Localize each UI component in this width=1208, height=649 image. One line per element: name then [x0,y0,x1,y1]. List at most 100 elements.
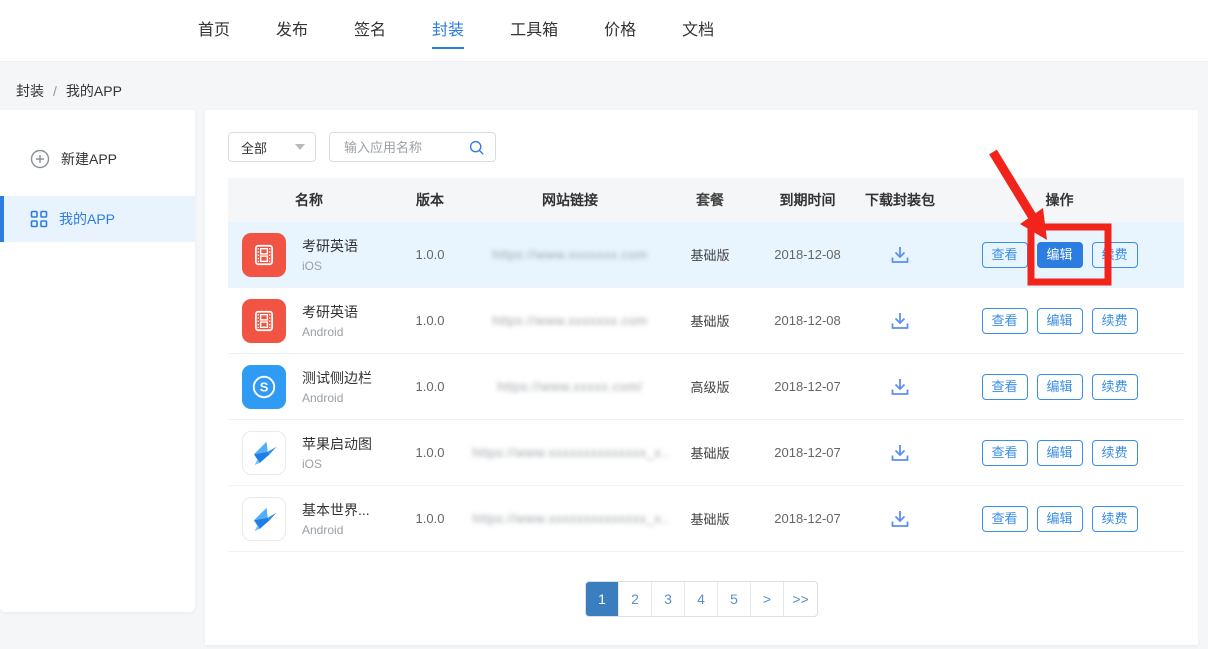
renew-button[interactable]: 续费 [1092,374,1138,400]
next-page-button[interactable]: > [751,582,784,616]
website-link-blurred: https://www.xxxxxxx.com [492,247,647,262]
table-row: 苹果启动图 iOS 1.0.0 https://www.xxxxxxxxxxxx… [228,420,1184,486]
breadcrumb: 封装 / 我的APP [16,81,122,101]
website-link-blurred: https://www.xxxxxxxxxxxxxx_x... [473,445,668,460]
plan-badge: 基础版 [670,443,750,462]
website-link-blurred: https://www.xxxxxxx.com [492,313,647,328]
plus-circle-icon [30,149,50,169]
col-header-name: 名称 [228,190,390,210]
col-header-link: 网站链接 [470,190,670,210]
view-button[interactable]: 查看 [982,308,1028,334]
app-platform: Android [302,523,370,537]
website-link-blurred: https://www.xxxxx.com/ [497,379,642,394]
app-platform: Android [302,391,372,405]
download-icon[interactable] [888,243,912,267]
app-platform: Android [302,325,358,339]
app-version: 1.0.0 [390,313,470,328]
expiry-date: 2018-12-08 [750,247,865,262]
table-row: 考研英语 iOS 1.0.0 https://www.xxxxxxx.com 基… [228,222,1184,288]
edit-button[interactable]: 编辑 [1037,440,1083,466]
search-box [329,132,496,162]
edit-button[interactable]: 编辑 [1037,308,1083,334]
app-name: 基本世界... [302,500,370,520]
breadcrumb-current: 我的APP [66,81,122,101]
renew-button[interactable]: 续费 [1092,308,1138,334]
nav-item-publish[interactable]: 发布 [276,0,308,62]
pagination: 1 2 3 4 5 > >> [585,581,818,617]
app-version: 1.0.0 [390,445,470,460]
app-platform: iOS [302,259,358,273]
app-version: 1.0.0 [390,511,470,526]
breadcrumb-separator: / [53,83,57,99]
view-button[interactable]: 查看 [982,242,1028,268]
renew-button[interactable]: 续费 [1092,440,1138,466]
sidebar-item-new-app[interactable]: 新建APP [0,130,195,188]
app-name: 考研英语 [302,302,358,322]
nav-item-price[interactable]: 价格 [604,0,636,62]
app-table: 名称 版本 网站链接 套餐 到期时间 下载封装包 操作 考研英语 iOS 1.0… [228,178,1184,552]
edit-button[interactable]: 编辑 [1037,374,1083,400]
page-button-5[interactable]: 5 [718,582,751,616]
plan-badge: 高级版 [670,377,750,396]
website-link-blurred: https://www.xxxxxxxxxxxxxx_x... [473,511,668,526]
last-page-button[interactable]: >> [784,582,817,616]
view-button[interactable]: 查看 [982,374,1028,400]
nav-item-toolbox[interactable]: 工具箱 [510,0,558,62]
top-nav: 首页 发布 签名 封装 工具箱 价格 文档 [0,0,1208,62]
plan-badge: 基础版 [670,311,750,330]
expiry-date: 2018-12-07 [750,511,865,526]
col-header-download: 下载封装包 [865,190,935,210]
download-icon[interactable] [888,507,912,531]
page-button-1[interactable]: 1 [586,582,619,616]
search-input[interactable] [342,139,468,156]
nav-item-sign[interactable]: 签名 [354,0,386,62]
origami-bird-icon [242,431,286,475]
app-version: 1.0.0 [390,247,470,262]
renew-button[interactable]: 续费 [1092,242,1138,268]
app-name: 考研英语 [302,236,358,256]
svg-text:S: S [260,379,269,394]
edit-button[interactable]: 编辑 [1037,242,1083,268]
download-icon[interactable] [888,441,912,465]
download-icon[interactable] [888,309,912,333]
s-circle-icon: S [242,365,286,409]
breadcrumb-section[interactable]: 封装 [16,81,44,101]
sidebar-item-my-apps[interactable]: 我的APP [0,196,195,242]
expiry-date: 2018-12-07 [750,445,865,460]
origami-bird-icon [242,497,286,541]
grid-icon [30,210,48,228]
nav-item-home[interactable]: 首页 [198,0,230,62]
col-header-actions: 操作 [935,190,1184,210]
col-header-plan: 套餐 [670,190,750,210]
plan-badge: 基础版 [670,509,750,528]
download-icon[interactable] [888,375,912,399]
page-button-4[interactable]: 4 [685,582,718,616]
col-header-expiry: 到期时间 [750,190,865,210]
view-button[interactable]: 查看 [982,440,1028,466]
page-button-2[interactable]: 2 [619,582,652,616]
nav-item-package[interactable]: 封装 [432,0,464,62]
search-icon[interactable] [468,139,485,156]
sidebar-item-label: 我的APP [59,209,115,229]
plan-badge: 基础版 [670,245,750,264]
table-row: 考研英语 Android 1.0.0 https://www.xxxxxxx.c… [228,288,1184,354]
app-version: 1.0.0 [390,379,470,394]
page-button-3[interactable]: 3 [652,582,685,616]
renew-button[interactable]: 续费 [1092,506,1138,532]
expiry-date: 2018-12-08 [750,313,865,328]
app-name: 测试侧边栏 [302,368,372,388]
view-button[interactable]: 查看 [982,506,1028,532]
nav-item-docs[interactable]: 文档 [682,0,714,62]
chevron-down-icon [295,144,305,150]
filter-dropdown-value: 全部 [241,138,267,157]
sidebar: 新建APP 我的APP [0,110,195,612]
app-name: 苹果启动图 [302,434,372,454]
expiry-date: 2018-12-07 [750,379,865,394]
film-icon [242,233,286,277]
filter-dropdown[interactable]: 全部 [228,132,316,162]
edit-button[interactable]: 编辑 [1037,506,1083,532]
film-icon [242,299,286,343]
table-row: 基本世界... Android 1.0.0 https://www.xxxxxx… [228,486,1184,552]
table-header: 名称 版本 网站链接 套餐 到期时间 下载封装包 操作 [228,178,1184,222]
main-panel: 全部 名称 版本 网站链接 套餐 到期时间 下载封装包 操作 [205,110,1198,645]
